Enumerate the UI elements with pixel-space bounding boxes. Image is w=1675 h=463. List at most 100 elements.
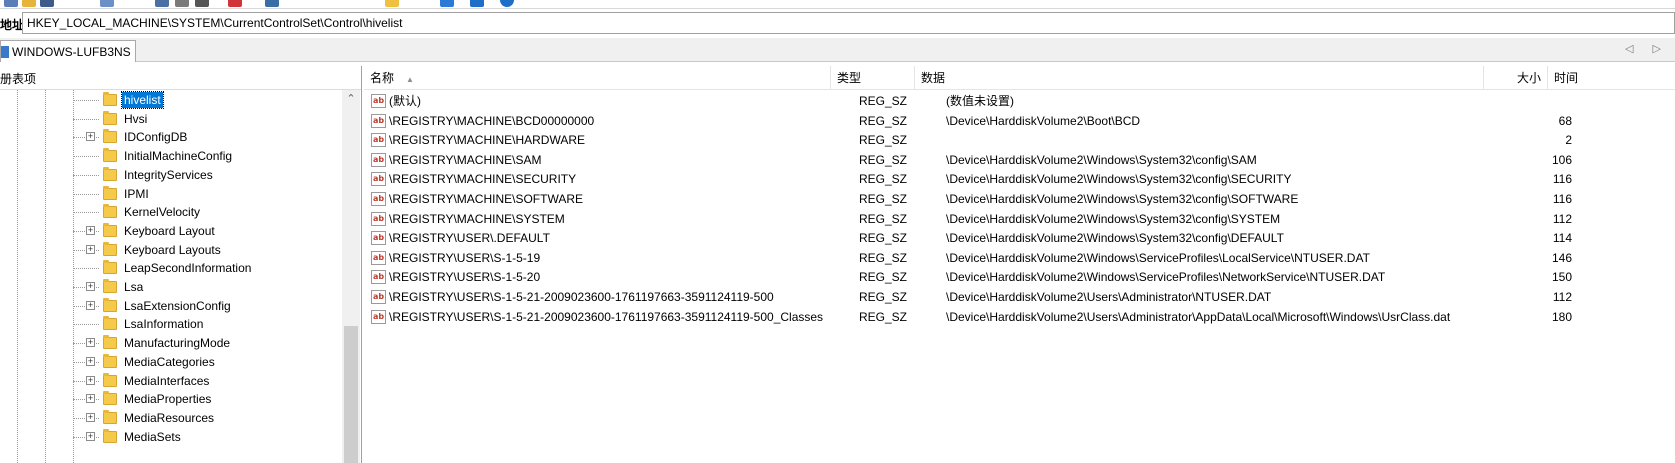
value-size: 146 — [1551, 250, 1572, 265]
string-value-icon: ab — [371, 250, 386, 265]
expand-plus-icon[interactable]: + — [86, 338, 95, 348]
print-icon[interactable] — [195, 0, 209, 7]
table-row[interactable]: ab \REGISTRY\MACHINE\HARDWARE REG_SZ 2 — [364, 130, 1675, 151]
table-row[interactable]: ab \REGISTRY\MACHINE\SAM REG_SZ \Device\… — [364, 150, 1675, 171]
expand-plus-icon[interactable]: + — [86, 225, 95, 235]
copy-icon[interactable] — [100, 0, 114, 7]
folder-icon — [103, 166, 117, 181]
tree-item[interactable]: + Lsa — [0, 277, 340, 297]
tree-header-label: 注册表项 — [0, 72, 37, 86]
value-data: \Device\HarddiskVolume2\Users\Administra… — [946, 309, 1451, 324]
expand-plus-icon[interactable]: + — [86, 282, 95, 291]
table-row[interactable]: ab \REGISTRY\MACHINE\SOFTWARE REG_SZ \De… — [364, 189, 1675, 210]
expand-plus-icon[interactable]: + — [86, 412, 95, 422]
tree-item[interactable]: hivelist — [0, 90, 340, 110]
home-icon[interactable] — [470, 0, 484, 7]
column-header-name[interactable]: 名称 ▲ — [364, 66, 831, 90]
connection-tab[interactable]: WINDOWS-LUFB3NS — [0, 40, 136, 62]
tree-item[interactable]: IPMI — [0, 184, 340, 204]
column-header-time[interactable]: 时间 — [1548, 66, 1675, 90]
table-row[interactable]: ab \REGISTRY\MACHINE\BCD00000000 REG_SZ … — [364, 111, 1675, 132]
tree-item[interactable]: + IDConfigDB — [0, 127, 340, 147]
address-bar: 地址 HKEY_LOCAL_MACHINE\SYSTEM\CurrentCont… — [0, 10, 1675, 36]
tree-item[interactable]: + ManufacturingMode — [0, 333, 340, 353]
string-value-icon: ab — [371, 152, 386, 167]
value-size: 116 — [1552, 172, 1572, 187]
folder-icon — [103, 241, 117, 256]
expand-plus-icon[interactable]: + — [86, 356, 95, 366]
folder-icon — [103, 260, 117, 275]
tree-item-label: IntegrityServices — [124, 167, 213, 182]
tree-item-label: Keyboard Layouts — [124, 242, 221, 257]
table-row[interactable]: ab \REGISTRY\USER\S-1-5-20 REG_SZ \Devic… — [364, 267, 1675, 288]
find-icon[interactable] — [265, 0, 279, 7]
table-row[interactable]: ab \REGISTRY\USER\S-1-5-21-2009023600-17… — [364, 307, 1675, 328]
table-row[interactable]: ab \REGISTRY\USER\S-1-5-21-2009023600-17… — [364, 287, 1675, 308]
expand-plus-icon[interactable]: + — [86, 394, 95, 404]
tree-item[interactable]: + Keyboard Layouts — [0, 240, 340, 260]
tree-item[interactable]: + MediaSets — [0, 427, 340, 447]
table-row[interactable]: ab \REGISTRY\USER\S-1-5-19 REG_SZ \Devic… — [364, 248, 1675, 269]
tree-item[interactable]: Hvsi — [0, 109, 340, 129]
value-name: \REGISTRY\MACHINE\HARDWARE — [389, 133, 586, 148]
cut-icon[interactable] — [155, 0, 169, 7]
table-row[interactable]: ab \REGISTRY\MACHINE\SECURITY REG_SZ \De… — [364, 169, 1675, 190]
paste-icon[interactable] — [175, 0, 189, 7]
value-name: \REGISTRY\USER\S-1-5-21-2009023600-17611… — [389, 309, 824, 324]
column-header-type[interactable]: 类型 — [831, 66, 915, 90]
list-header: 名称 ▲ 类型 数据 大小 时间 — [364, 66, 1675, 90]
table-row[interactable]: ab (默认) REG_SZ (数值未设置) — [364, 91, 1675, 112]
tree-item[interactable]: IntegrityServices — [0, 165, 340, 185]
expand-plus-icon[interactable]: + — [86, 300, 95, 310]
bookmark-icon[interactable] — [385, 0, 399, 7]
save-icon[interactable] — [40, 0, 54, 7]
tree-item-label: LsaExtensionConfig — [124, 298, 231, 313]
table-row[interactable]: ab \REGISTRY\MACHINE\SYSTEM REG_SZ \Devi… — [364, 209, 1675, 230]
tree-item[interactable]: + LsaExtensionConfig — [0, 296, 340, 316]
value-size: 112 — [1552, 290, 1572, 304]
value-name: \REGISTRY\USER\S-1-5-21-2009023600-17611… — [389, 290, 774, 304]
table-row[interactable]: ab \REGISTRY\USER\.DEFAULT REG_SZ \Devic… — [364, 228, 1675, 249]
tree-item[interactable]: + MediaInterfaces — [0, 371, 340, 391]
value-type: REG_SZ — [859, 211, 908, 226]
folder-icon — [103, 297, 117, 312]
string-value-icon: ab — [371, 231, 386, 246]
string-value-icon: ab — [371, 133, 386, 148]
column-size-label: 大小 — [1516, 71, 1541, 85]
column-header-size[interactable]: 大小 — [1484, 66, 1548, 90]
toolbar — [0, 0, 1675, 9]
tree-item[interactable]: LeapSecondInformation — [0, 258, 340, 278]
tree-item[interactable]: LsaInformation — [0, 314, 340, 334]
tree-item[interactable]: + MediaCategories — [0, 352, 340, 372]
column-header-data[interactable]: 数据 — [915, 66, 1484, 90]
tab-scroll-arrows[interactable]: ◁ ▷ — [1625, 42, 1669, 55]
tree-vertical-scrollbar[interactable]: ⌃ — [342, 90, 360, 463]
tree-item[interactable]: + Keyboard Layout — [0, 221, 340, 241]
scrollbar-thumb[interactable] — [344, 326, 358, 463]
delete-icon[interactable] — [228, 0, 242, 7]
tree-item[interactable]: InitialMachineConfig — [0, 146, 340, 166]
tree-connector — [73, 174, 99, 176]
value-name: \REGISTRY\MACHINE\SECURITY — [389, 172, 577, 187]
value-data: (数值未设置) — [946, 94, 1014, 108]
address-input[interactable]: HKEY_LOCAL_MACHINE\SYSTEM\CurrentControl… — [22, 12, 1675, 34]
string-value-icon: ab — [371, 290, 386, 304]
open-folder-icon[interactable] — [22, 0, 36, 7]
value-data: \Device\HarddiskVolume2\Windows\System32… — [946, 231, 1284, 246]
expand-plus-icon[interactable]: + — [86, 375, 95, 385]
value-data: \Device\HarddiskVolume2\Windows\System32… — [946, 192, 1299, 206]
folder-icon — [103, 185, 117, 200]
tree-item[interactable]: + MediaProperties — [0, 389, 340, 409]
expand-plus-icon[interactable]: + — [86, 132, 95, 142]
expand-plus-icon[interactable]: + — [86, 244, 95, 254]
tree-header: 注册表项 — [0, 66, 361, 90]
refresh-icon[interactable] — [440, 0, 454, 7]
expand-plus-icon[interactable]: + — [86, 431, 95, 441]
tree-item[interactable]: + MediaResources — [0, 408, 340, 428]
tree-item-label: Lsa — [124, 280, 144, 294]
column-data-label: 数据 — [921, 71, 946, 85]
tree-item[interactable]: KernelVelocity — [0, 202, 340, 222]
help-icon[interactable] — [500, 0, 514, 7]
scroll-up-icon[interactable]: ⌃ — [342, 90, 360, 108]
new-icon[interactable] — [4, 0, 18, 7]
